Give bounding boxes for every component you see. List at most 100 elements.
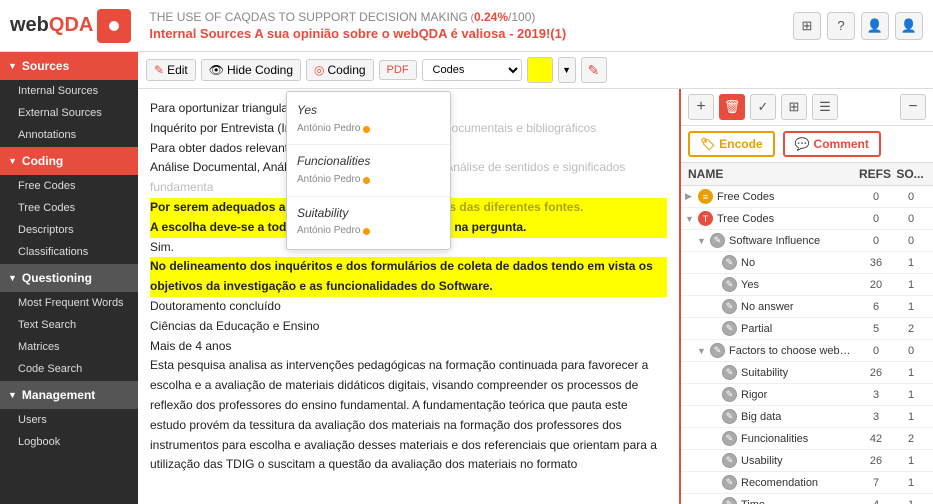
tree-row[interactable]: ▶≡Free Codes00 (681, 186, 933, 208)
delete-icon-btn[interactable]: 🗑 (719, 94, 745, 120)
tree-item-label: Rigor (741, 389, 857, 401)
tree-row[interactable]: ✎No answer61 (681, 296, 933, 318)
tree-row[interactable]: ✎Suitability261 (681, 362, 933, 384)
sidebar-item-logbook[interactable]: Logbook (0, 431, 138, 453)
sidebar-section-header-questioning[interactable]: ▼ Questioning (0, 264, 138, 292)
sidebar-item-text-search[interactable]: Text Search (0, 314, 138, 336)
tree-item-icon: ✎ (722, 453, 737, 468)
tree-row[interactable]: ✎Time41 (681, 494, 933, 504)
tree-item-refs: 42 (857, 433, 895, 445)
add-icon-btn[interactable]: + (688, 94, 714, 120)
tree-item-label: Big data (741, 411, 857, 423)
tree-row[interactable]: ▼✎Software Influence00 (681, 230, 933, 252)
tree-item-refs: 0 (857, 191, 895, 203)
dropdown-item-funcionalities[interactable]: Funcionalities António Pedro (287, 147, 450, 193)
sidebar-section-header-management[interactable]: ▼ Management (0, 381, 138, 409)
header-per100: /100) (508, 10, 535, 24)
tree-item-icon: ✎ (722, 387, 737, 402)
logo-qda: QDA (49, 14, 93, 37)
collapse-right-btn[interactable]: − (900, 94, 926, 120)
dropdown-item-yes-label: Yes (297, 101, 440, 121)
sidebar-item-free-codes[interactable]: Free Codes (0, 175, 138, 197)
move-icon-btn[interactable]: ⊞ (781, 94, 807, 120)
coding-button[interactable]: ◎ Coding (306, 59, 374, 81)
coding-label: Coding (22, 154, 63, 168)
encode-button[interactable]: 🏷 Encode (688, 131, 775, 157)
color-arrow-btn[interactable]: ▼ (558, 57, 576, 83)
tree-chevron-icon[interactable]: ▶ (685, 191, 695, 202)
sidebar-item-internal-sources[interactable]: Internal Sources (0, 80, 138, 102)
tree-row[interactable]: ▼✎Factors to choose webQDA00 (681, 340, 933, 362)
tree-row[interactable]: ▼TTree Codes00 (681, 208, 933, 230)
sidebar-item-annotations[interactable]: Annotations (0, 124, 138, 146)
check-icon-btn[interactable]: ✓ (750, 94, 776, 120)
tree-item-refs: 0 (857, 213, 895, 225)
tree-item-so: 1 (895, 257, 927, 269)
comment-button[interactable]: 💬 Comment (783, 131, 881, 157)
tree-item-refs: 7 (857, 477, 895, 489)
comment-label: Comment (814, 137, 869, 151)
chevron-management-icon: ▼ (8, 390, 17, 400)
tree-chevron-icon[interactable]: ▼ (697, 236, 707, 246)
tree-item-refs: 36 (857, 257, 895, 269)
tree-row[interactable]: ✎Funcionalities422 (681, 428, 933, 450)
sidebar-section-management: ▼ Management Users Logbook (0, 380, 138, 453)
right-panel-toolbar: + 🗑 ✓ ⊞ ☰ − (681, 89, 933, 126)
tree-item-refs: 3 (857, 411, 895, 423)
sidebar-item-most-frequent-words[interactable]: Most Frequent Words (0, 292, 138, 314)
account-icon-btn[interactable]: 👤 (895, 12, 923, 40)
tree-row[interactable]: ✎Recomendation71 (681, 472, 933, 494)
tree-row[interactable]: ✎Big data31 (681, 406, 933, 428)
color-picker[interactable] (527, 57, 553, 83)
options-icon-btn[interactable]: ☰ (812, 94, 838, 120)
sidebar-section-header-sources[interactable]: ▼ Sources (0, 52, 138, 80)
tree-item-label: Suitability (741, 367, 857, 379)
th-so: SO... (894, 167, 926, 181)
sidebar-item-descriptors[interactable]: Descriptors (0, 219, 138, 241)
tree-row[interactable]: ✎No361 (681, 252, 933, 274)
hide-coding-button[interactable]: 👁 Hide Coding (201, 59, 301, 81)
tree-item-refs: 0 (857, 345, 895, 357)
person-icon-btn[interactable]: 👤 (861, 12, 889, 40)
edit-icon: ✎ (154, 63, 164, 77)
sources-label: Sources (22, 59, 69, 73)
sidebar-section-sources: ▼ Sources Internal Sources External Sour… (0, 52, 138, 146)
toolbar: ✎ Edit 👁 Hide Coding ◎ Coding PDF Codes … (138, 52, 933, 89)
sidebar-item-matrices[interactable]: Matrices (0, 336, 138, 358)
tree-row[interactable]: ✎Partial52 (681, 318, 933, 340)
tree-row[interactable]: ✎Yes201 (681, 274, 933, 296)
tree-row[interactable]: ✎Rigor31 (681, 384, 933, 406)
header-title: THE USE OF CAQDAS TO SUPPORT DECISION MA… (149, 10, 468, 24)
edit-label: Edit (167, 63, 188, 77)
pencil-icon-btn[interactable]: ✎ (581, 57, 607, 83)
tree-item-so: 1 (895, 455, 927, 467)
tree-item-icon: ✎ (722, 497, 737, 504)
tree-table-header: NAME REFS SO... (681, 163, 933, 186)
header-percentage: 0.24% (474, 10, 508, 24)
tree-chevron-icon[interactable]: ▼ (697, 346, 707, 356)
tree-item-refs: 4 (857, 499, 895, 504)
sidebar-item-code-search[interactable]: Code Search (0, 358, 138, 380)
dropdown-item-yes[interactable]: Yes António Pedro (287, 96, 450, 142)
sidebar-item-users[interactable]: Users (0, 409, 138, 431)
sidebar-section-header-coding[interactable]: ▼ Coding (0, 147, 138, 175)
grid-icon-btn[interactable]: ⊞ (793, 12, 821, 40)
tree-item-so: 2 (895, 433, 927, 445)
coding-circle-icon: ◎ (314, 63, 324, 77)
help-icon-btn[interactable]: ? (827, 12, 855, 40)
dropdown-item-suitability[interactable]: Suitability António Pedro (287, 199, 450, 245)
sidebar-item-classifications[interactable]: Classifications (0, 241, 138, 263)
tree-item-icon: ✎ (722, 431, 737, 446)
tree-row[interactable]: ✎Usability261 (681, 450, 933, 472)
sidebar-item-external-sources[interactable]: External Sources (0, 102, 138, 124)
sidebar-item-tree-codes[interactable]: Tree Codes (0, 197, 138, 219)
tree-item-label: Usability (741, 455, 857, 467)
tree-chevron-icon[interactable]: ▼ (685, 214, 695, 224)
pdf-button[interactable]: PDF (379, 60, 417, 80)
tree-item-label: Factors to choose webQDA (729, 345, 857, 357)
dropdown-menu[interactable]: Yes António Pedro Funcionalities António… (286, 91, 451, 250)
edit-button[interactable]: ✎ Edit (146, 59, 196, 81)
codes-select[interactable]: Codes (422, 59, 522, 81)
chevron-coding-icon: ▼ (8, 156, 17, 166)
tree-item-so: 0 (895, 235, 927, 247)
